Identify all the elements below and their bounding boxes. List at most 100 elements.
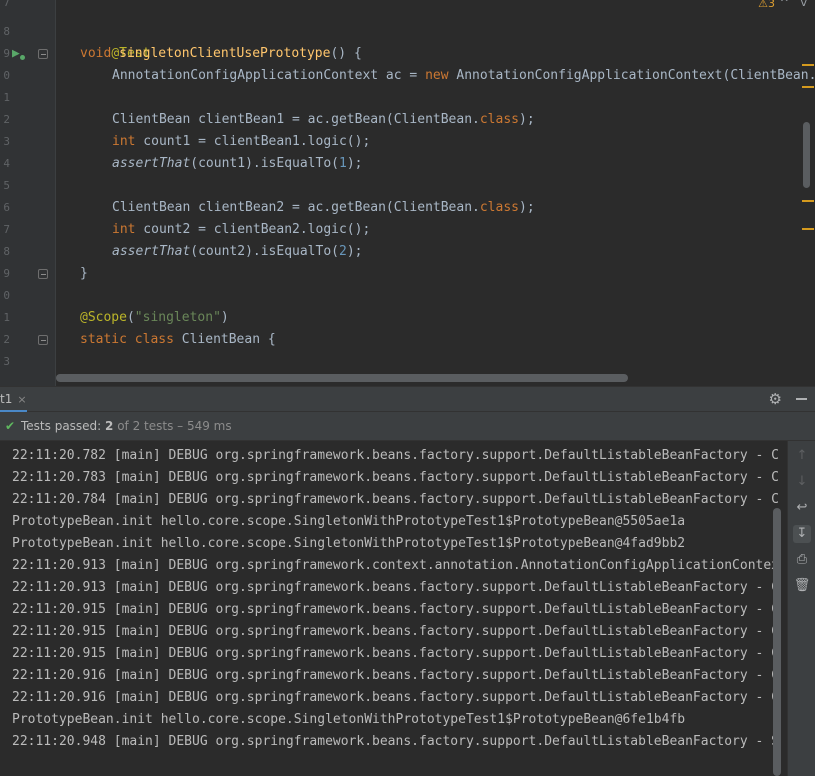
code-method-name: singletonClientUsePrototype — [119, 46, 331, 61]
warning-stripe-marker[interactable] — [802, 200, 814, 202]
code-line: int count2 = clientBean2.logic(); — [112, 219, 370, 241]
trash-icon[interactable]: 🗑 — [793, 577, 811, 595]
line-number: 2 — [3, 333, 10, 346]
minimize-icon[interactable] — [796, 398, 807, 400]
soft-wrap-icon[interactable]: ↩ — [793, 499, 811, 517]
line-number: 1 — [3, 91, 10, 104]
line-number: 4 — [3, 157, 10, 170]
warning-stripe-marker[interactable] — [802, 228, 814, 230]
code-annotation: @Scope — [80, 310, 127, 325]
line-number: 8 — [3, 245, 10, 258]
scroll-to-end-icon[interactable]: ↧ — [793, 525, 811, 543]
code-text: AnnotationConfigApplicationContext(Clien… — [448, 68, 815, 83]
code-string: "singleton" — [134, 310, 221, 325]
code-text: count1 = clientBean1.logic(); — [135, 134, 371, 149]
previous-highlight-icon[interactable]: ^ — [780, 0, 789, 9]
test-status-text: Tests passed: 2 of 2 tests – 549 ms — [21, 412, 232, 440]
test-status-bar: ✔ Tests passed: 2 of 2 tests – 549 ms — [0, 412, 815, 441]
line-number: 0 — [3, 289, 10, 302]
code-keyword: static — [80, 332, 127, 347]
run-test-icon[interactable]: ▶ — [12, 46, 28, 62]
close-icon[interactable]: × — [17, 387, 26, 412]
line-number: 7 — [3, 0, 10, 9]
code-text: ClientBean clientBean2 = ac.getBean(Clie… — [112, 200, 480, 215]
console-toolbar: ↑ ↓ ↩ ↧ ⎙ 🗑 — [787, 441, 815, 776]
run-tool-window-header: t1 × ⚙ — [0, 386, 815, 412]
code-editor[interactable]: 7 8 9 0 1 2 3 4 5 6 7 8 9 0 1 2 3 ▶ @Tes… — [0, 0, 815, 386]
run-tab[interactable]: t1 × — [0, 387, 27, 412]
code-text: () { — [330, 46, 362, 61]
line-number: 5 — [3, 179, 10, 192]
warning-stripe-marker[interactable] — [802, 86, 814, 88]
warning-icon: ⚠ — [758, 0, 768, 10]
line-number: 3 — [3, 355, 10, 368]
log-line: 22:11:20.916 [main] DEBUG org.springfram… — [12, 690, 780, 705]
line-number: 7 — [3, 223, 10, 236]
arrow-down-icon[interactable]: ↓ — [793, 473, 811, 491]
warning-indicator[interactable]: ⚠3 — [758, 0, 775, 10]
code-text: AnnotationConfigApplicationContext ac = — [112, 68, 426, 83]
code-number: 1 — [339, 156, 347, 171]
console-vertical-scrollbar[interactable] — [773, 508, 781, 776]
print-icon[interactable]: ⎙ — [793, 551, 811, 569]
code-line: ClientBean clientBean1 = ac.getBean(Clie… — [112, 109, 535, 131]
code-text: ); — [346, 156, 363, 171]
line-number: 9 — [3, 47, 10, 60]
arrow-up-icon[interactable]: ↑ — [793, 447, 811, 465]
code-line: static class ClientBean { — [80, 329, 276, 351]
console-output[interactable]: 22:11:20.782 [main] DEBUG org.springfram… — [0, 441, 787, 776]
status-prefix: Tests passed: — [21, 419, 106, 433]
code-keyword: new — [425, 68, 449, 83]
code-text: (count1).isEqualTo( — [190, 156, 339, 171]
gear-icon[interactable]: ⚙ — [769, 390, 782, 408]
code-static-call: assertThat — [112, 156, 191, 171]
line-number: 2 — [3, 113, 10, 126]
code-text: count2 = clientBean2.logic(); — [135, 222, 371, 237]
log-line: 22:11:20.915 [main] DEBUG org.springfram… — [12, 624, 780, 639]
code-text: ClientBean { — [173, 332, 276, 347]
log-line: PrototypeBean.init hello.core.scope.Sing… — [12, 536, 686, 551]
code-line: void singletonClientUsePrototype() { — [80, 43, 362, 65]
code-static-call: assertThat — [112, 244, 191, 259]
log-line: 22:11:20.916 [main] DEBUG org.springfram… — [12, 668, 780, 683]
editor-gutter: 7 8 9 0 1 2 3 4 5 6 7 8 9 0 1 2 3 ▶ — [0, 0, 56, 386]
log-line: 22:11:20.913 [main] DEBUG org.springfram… — [12, 580, 780, 595]
fold-icon[interactable] — [38, 49, 48, 59]
line-number: 6 — [3, 201, 10, 214]
code-text: ( — [126, 310, 135, 325]
log-line: 22:11:20.783 [main] DEBUG org.springfram… — [12, 470, 780, 485]
checkmark-icon: ✔ — [5, 419, 16, 433]
warning-stripe-marker[interactable] — [802, 64, 814, 66]
fold-icon[interactable] — [38, 335, 48, 345]
code-keyword: int — [112, 222, 136, 237]
run-tab-label: t1 — [0, 392, 13, 406]
fold-icon[interactable] — [38, 269, 48, 279]
code-text: ); — [519, 112, 535, 127]
log-line: 22:11:20.948 [main] DEBUG org.springfram… — [12, 734, 780, 749]
log-line: 22:11:20.784 [main] DEBUG org.springfram… — [12, 492, 780, 507]
status-detail: of 2 tests – 549 ms — [113, 419, 232, 433]
code-keyword: class — [134, 332, 174, 347]
code-line: int count1 = clientBean1.logic(); — [112, 131, 370, 153]
line-number: 9 — [3, 267, 10, 280]
code-line: AnnotationConfigApplicationContext ac = … — [112, 65, 815, 87]
code-text: ); — [519, 200, 535, 215]
editor-vertical-scrollbar[interactable] — [803, 122, 810, 188]
code-keyword: class — [479, 200, 519, 215]
line-number: 1 — [3, 311, 10, 324]
line-number: 0 — [3, 69, 10, 82]
code-keyword: class — [479, 112, 519, 127]
log-line: 22:11:20.915 [main] DEBUG org.springfram… — [12, 602, 780, 617]
warning-count: 3 — [768, 0, 775, 10]
log-line: 22:11:20.915 [main] DEBUG org.springfram… — [12, 646, 780, 661]
code-text: ) — [220, 310, 229, 325]
editor-horizontal-scrollbar[interactable] — [56, 374, 628, 382]
next-highlight-icon[interactable]: v — [800, 0, 807, 9]
code-keyword: void — [80, 46, 120, 61]
log-line: PrototypeBean.init hello.core.scope.Sing… — [12, 514, 686, 529]
code-line: assertThat(count2).isEqualTo(2); — [112, 241, 362, 263]
code-text: } — [80, 266, 88, 281]
code-keyword: int — [112, 134, 136, 149]
log-line: 22:11:20.913 [main] DEBUG org.springfram… — [12, 558, 780, 573]
code-text: (count2).isEqualTo( — [190, 244, 339, 259]
